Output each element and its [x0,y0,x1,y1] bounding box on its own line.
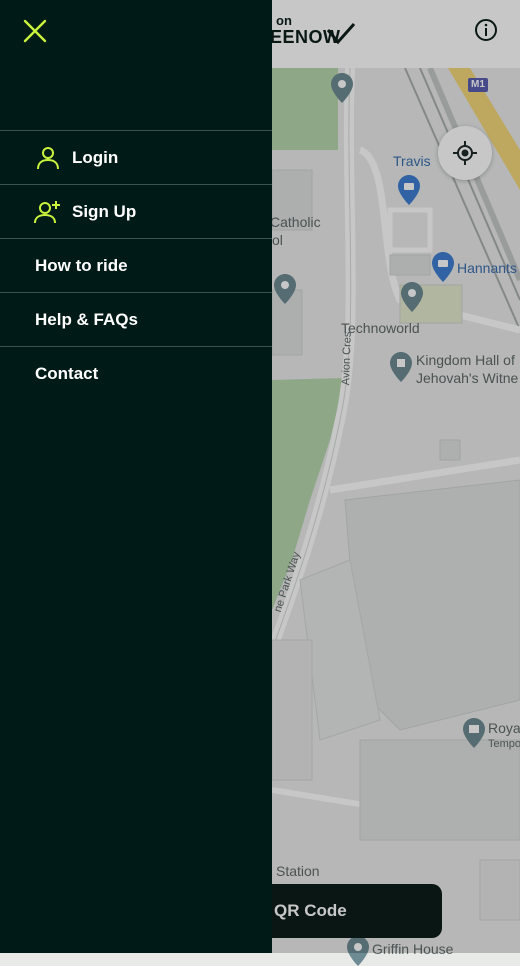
navigation-drawer: Login Sign Up How to ride Help & FAQs Co… [0,0,272,953]
menu-item-login[interactable]: Login [0,130,272,184]
menu-item-sign-up[interactable]: Sign Up [0,184,272,238]
close-drawer-button[interactable] [20,16,50,46]
menu-item-label: Contact [35,363,99,383]
menu-item-label: How to ride [35,255,128,275]
menu-item-label: Login [72,147,119,167]
menu-item-label: Sign Up [72,201,137,221]
menu-item-label: Help & FAQs [35,309,138,329]
menu-item-help-faqs[interactable]: Help & FAQs [0,292,272,346]
user-icon [34,144,62,172]
user-plus-icon [34,198,62,226]
menu-item-how-to-ride[interactable]: How to ride [0,238,272,292]
menu-item-contact[interactable]: Contact [0,346,272,400]
drawer-menu: Login Sign Up How to ride Help & FAQs Co… [0,130,272,400]
close-icon [23,19,47,43]
